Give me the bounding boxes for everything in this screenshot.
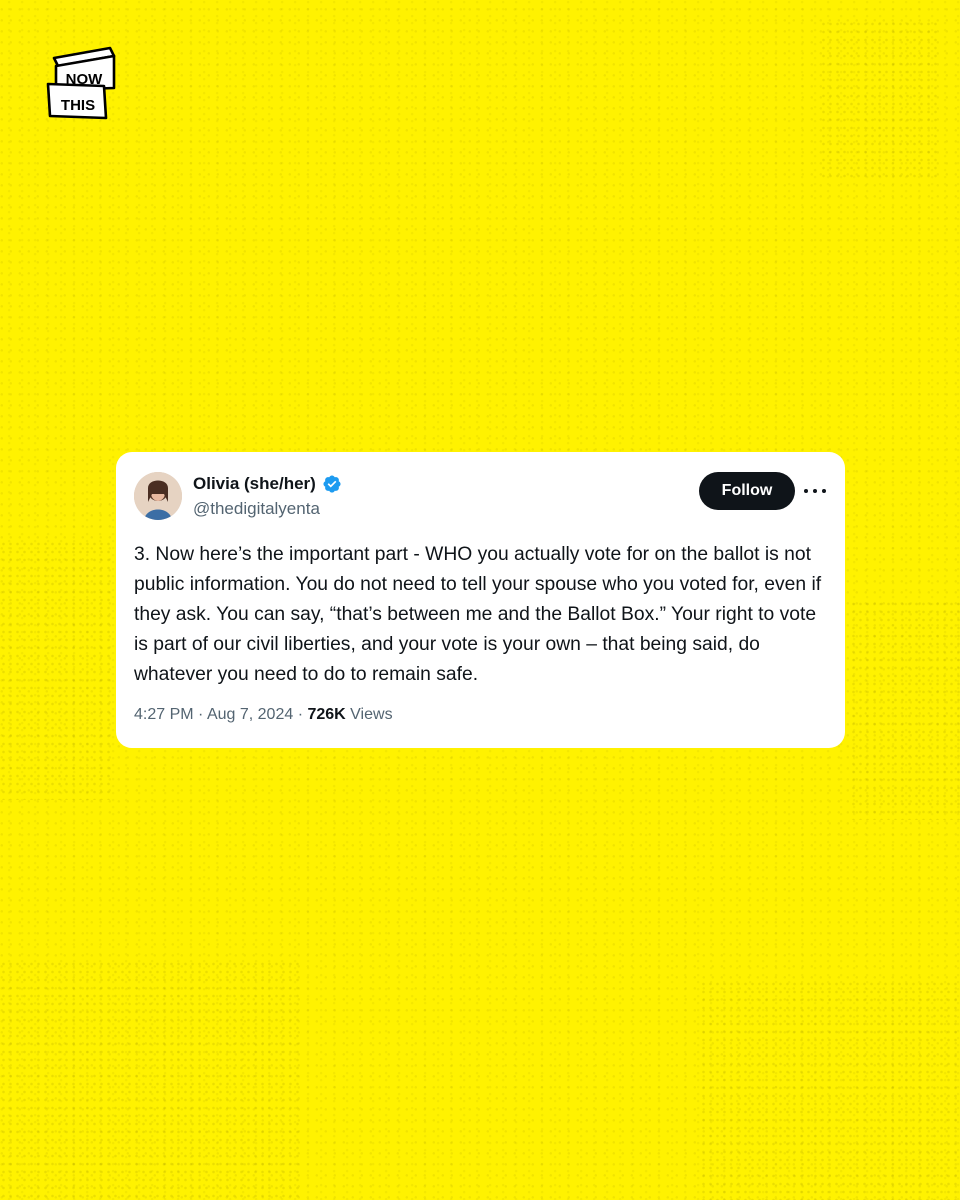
author-handle[interactable]: @thedigitalyenta <box>193 499 320 519</box>
texture-right <box>850 600 960 820</box>
tweet-text: 3. Now here’s the important part - WHO y… <box>134 544 822 685</box>
nowthis-logo: NOW THIS <box>42 44 118 122</box>
logo-text-now: NOW <box>66 71 104 88</box>
author-display-name[interactable]: Olivia (she/her) <box>193 474 316 494</box>
more-horizontal-icon[interactable] <box>804 482 826 500</box>
more-dot <box>813 489 817 493</box>
texture-bottom-left <box>0 960 300 1200</box>
tweet-meta: 4:27 PM · Aug 7, 2024 · 726K Views <box>134 706 393 724</box>
more-dot <box>822 489 826 493</box>
avatar-image <box>134 472 182 520</box>
meta-separator: · <box>297 706 304 723</box>
follow-button[interactable]: Follow <box>699 472 795 510</box>
meta-separator: · <box>198 706 204 723</box>
texture-top-right <box>820 20 940 180</box>
views-label: Views <box>350 706 393 723</box>
texture-bottom-right <box>700 980 960 1200</box>
author-name-row: Olivia (she/her) <box>193 474 342 494</box>
nowthis-logo-mark: NOW THIS <box>46 46 116 120</box>
tweet-date[interactable]: Aug 7, 2024 <box>207 706 293 723</box>
logo-text-this: THIS <box>61 97 95 114</box>
views-count: 726K <box>307 706 346 723</box>
more-dot <box>804 489 808 493</box>
tweet-card: Olivia (she/her) @thedigitalyenta Follow… <box>116 452 845 748</box>
tweet-time[interactable]: 4:27 PM <box>134 706 194 723</box>
texture-left <box>0 540 110 800</box>
avatar[interactable] <box>134 472 182 520</box>
verified-badge-icon <box>323 475 341 493</box>
